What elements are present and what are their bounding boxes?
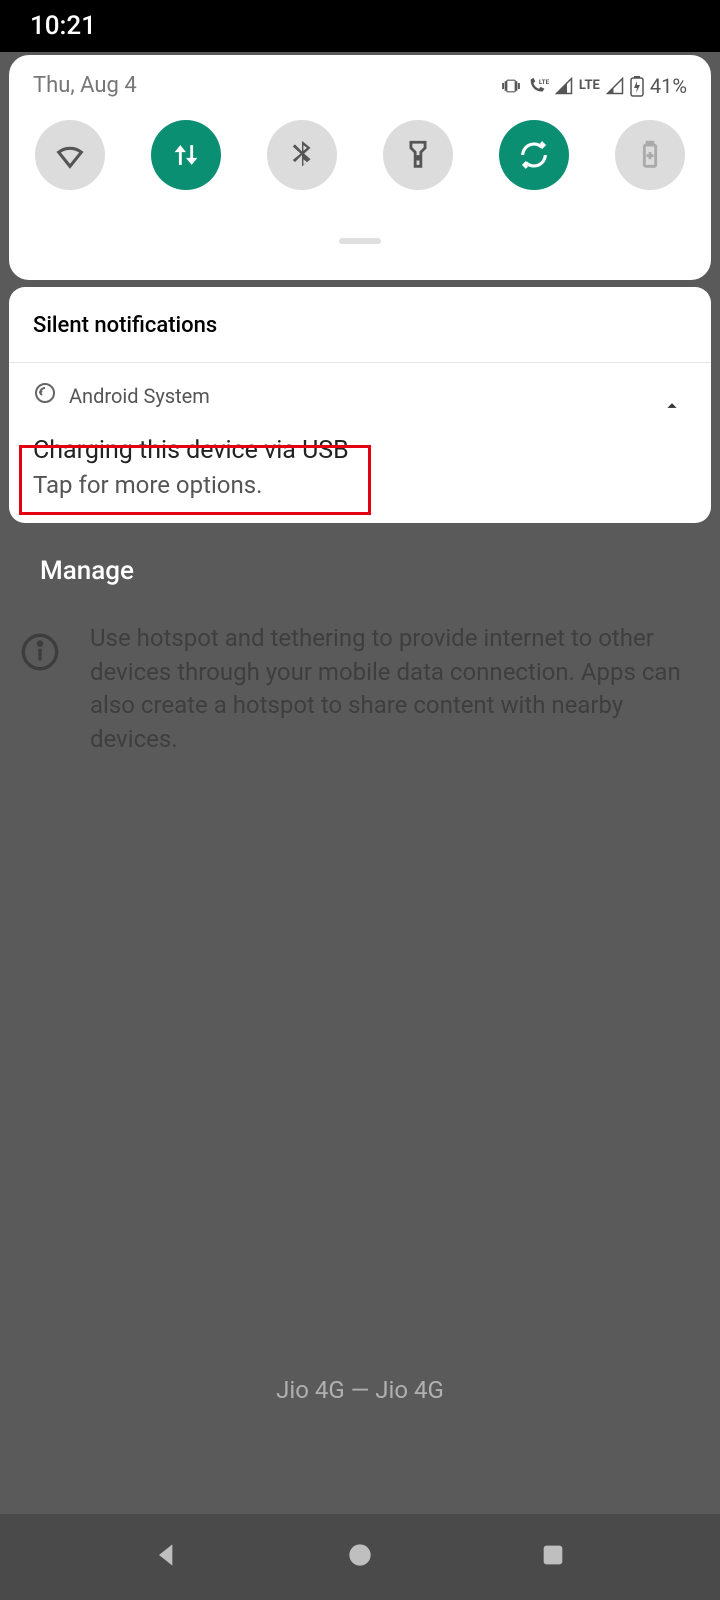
qs-mobile-data[interactable] (151, 120, 221, 190)
panel-drag-handle[interactable] (339, 238, 381, 244)
signal-icon-1 (555, 77, 573, 95)
battery-percent: 41% (650, 74, 687, 98)
notif-title: Charging this device via USB (33, 436, 687, 465)
notifications-card: Silent notifications Android System Char… (9, 287, 711, 523)
bg-info-text: Use hotspot and tethering to provide int… (90, 622, 700, 756)
bg-hotspot-info: Use hotspot and tethering to provide int… (20, 622, 700, 756)
notif-body: Tap for more options. (33, 471, 687, 499)
carrier-label: Jio 4G — Jio 4G (0, 1376, 720, 1404)
nav-back[interactable] (151, 1539, 183, 1575)
vibrate-icon (501, 76, 521, 96)
qs-flashlight[interactable] (383, 120, 453, 190)
nav-home[interactable] (344, 1539, 376, 1575)
quick-settings-panel: Thu, Aug 4 LTE LTE 41% (9, 55, 711, 280)
info-icon (20, 632, 60, 672)
nav-recent[interactable] (537, 1539, 569, 1575)
signal-icon-2 (606, 77, 624, 95)
qs-bluetooth[interactable] (267, 120, 337, 190)
panel-date: Thu, Aug 4 (33, 73, 137, 98)
battery-charging-icon (630, 75, 644, 97)
lte-label: LTE (579, 78, 600, 93)
notification-item[interactable]: Android System Charging this device via … (9, 363, 711, 523)
status-time: 10:21 (30, 11, 96, 41)
notif-section-title: Silent notifications (9, 287, 711, 363)
navigation-bar (0, 1514, 720, 1600)
panel-status-icons: LTE LTE 41% (501, 74, 687, 98)
manage-button[interactable]: Manage (40, 556, 134, 586)
status-bar: 10:21 (0, 0, 720, 52)
qs-battery-saver[interactable] (615, 120, 685, 190)
collapse-icon[interactable] (661, 395, 683, 421)
notif-app-name: Android System (69, 384, 210, 408)
svg-text:LTE: LTE (539, 78, 549, 86)
volte-icon: LTE (527, 76, 549, 96)
qs-wifi[interactable] (35, 120, 105, 190)
qs-auto-rotate[interactable] (499, 120, 569, 190)
android-system-icon (33, 381, 57, 410)
